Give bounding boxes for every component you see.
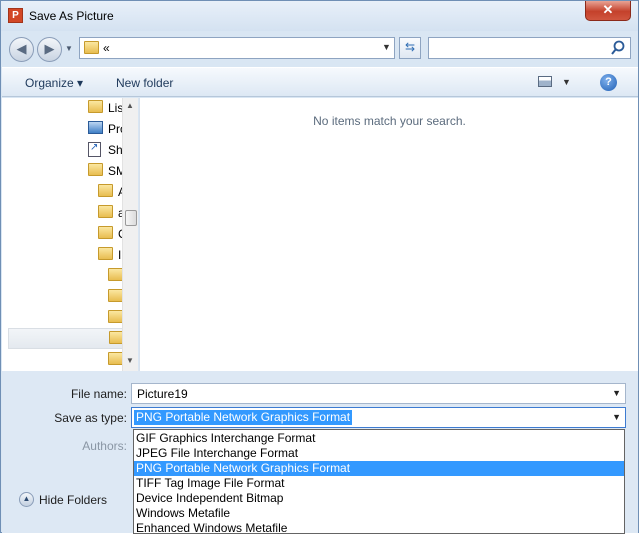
back-button[interactable]: ◀ [9,37,34,62]
powerpoint-app-icon: P [8,8,23,23]
refresh-button[interactable]: ⇆ [399,37,421,59]
save-type-options-list: GIF Graphics Interchange Format JPEG Fil… [133,429,625,536]
shortcut-icon [88,142,101,157]
folder-icon [98,205,113,218]
scroll-up-arrow[interactable]: ▲ [126,101,134,110]
search-icon[interactable] [611,40,625,56]
organize-button[interactable]: Organize ▾ [25,76,83,90]
folder-icon [88,100,103,113]
close-button[interactable]: ✕ [585,1,631,21]
type-option-highlighted[interactable]: PNG Portable Network Graphics Format [134,461,624,476]
nav-item-selected[interactable] [8,328,128,349]
nav-item-label: I [118,248,122,262]
file-name-value: Picture19 [137,387,188,401]
save-as-picture-dialog: P Save As Picture ✕ ◀ ▶ ▼ « ▼ ⇆ Organize… [0,0,639,536]
nav-pane-scrollbar[interactable]: ▲ ▼ [122,98,138,371]
save-as-type-select[interactable]: PNG Portable Network Graphics Format ▼ [131,407,626,428]
title-bar: P Save As Picture ✕ [1,1,638,31]
file-list-pane[interactable]: No items match your search. [139,98,638,371]
nav-item-label: Sh [108,143,123,157]
save-as-type-value: PNG Portable Network Graphics Format [134,410,353,425]
collapse-arrow-icon: ▲ [19,492,34,507]
hide-folders-label: Hide Folders [39,493,108,507]
type-option[interactable]: GIF Graphics Interchange Format [134,431,624,446]
folder-icon [84,41,99,54]
folder-icon [98,247,113,260]
type-option[interactable]: JPEG File Interchange Format [134,446,624,461]
empty-results-message: No items match your search. [313,114,466,128]
address-bar[interactable]: « ▼ [79,37,395,59]
forward-button[interactable]: ▶ [37,37,62,62]
view-options-dropdown[interactable]: ▼ [562,77,571,87]
folder-icon [108,289,123,302]
change-view-icon[interactable] [538,76,552,87]
folder-icon [98,226,113,239]
new-folder-button[interactable]: New folder [116,76,173,90]
navigation-pane: Lis Pro Sh SM A a C I [2,98,138,371]
save-as-type-dropdown-arrow[interactable]: ▼ [612,412,621,422]
address-dropdown-arrow[interactable]: ▼ [382,42,391,52]
forward-arrow-icon: ▶ [44,41,55,56]
save-as-type-label: Save as type: [54,411,127,425]
folder-icon [98,184,113,197]
back-arrow-icon: ◀ [16,41,27,56]
help-icon[interactable]: ? [600,74,617,91]
file-name-field[interactable]: Picture19 ▼ [131,383,626,404]
scroll-thumb[interactable] [125,210,137,226]
type-option[interactable]: Enhanced Windows Metafile [134,521,624,536]
folder-icon [108,310,123,323]
refresh-icon: ⇆ [404,40,416,54]
type-option[interactable]: Device Independent Bitmap [134,491,624,506]
search-input[interactable] [428,37,631,59]
folder-icon [108,352,123,365]
type-option[interactable]: Windows Metafile [134,506,624,521]
folder-icon [108,268,123,281]
folder-icon [88,163,103,176]
window-title: Save As Picture [29,9,114,23]
file-name-dropdown-arrow[interactable]: ▼ [612,388,621,398]
recent-locations-dropdown[interactable]: ▼ [65,44,73,53]
computer-icon [88,121,103,134]
file-name-label: File name: [70,387,127,401]
address-path: « [103,41,110,55]
command-toolbar: Organize ▾ New folder ▼ ? [2,67,638,97]
type-option[interactable]: TIFF Tag Image File Format [134,476,624,491]
scroll-down-arrow[interactable]: ▼ [126,356,134,365]
authors-label: Authors: [82,439,127,453]
